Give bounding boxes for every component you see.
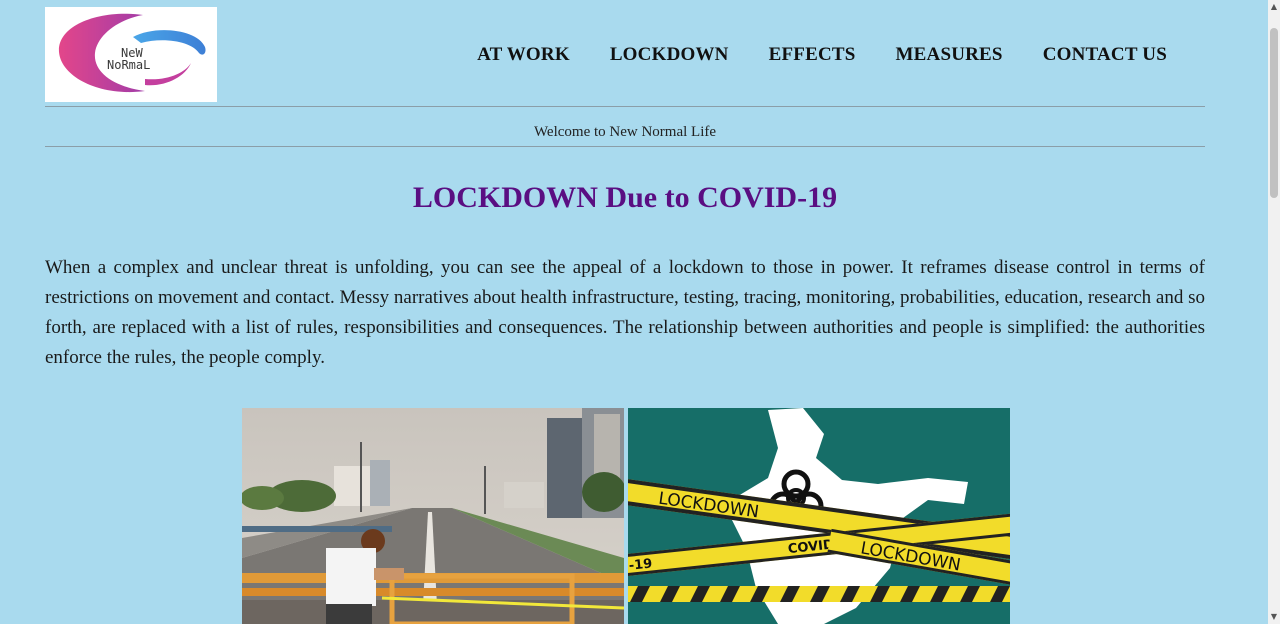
page-title: LOCKDOWN Due to COVID-19 — [412, 181, 838, 214]
bottom-divider — [45, 146, 1205, 147]
india-lockdown-image: LOCKDOWN COVID-19 -19 LOCKDOWN — [628, 408, 1010, 624]
top-divider — [45, 106, 1205, 107]
scroll-up-arrow-icon[interactable]: ▲ — [1268, 0, 1280, 14]
logo-graphic: NeW NoRmaL — [58, 13, 206, 93]
tape-label-4: -19 — [628, 556, 653, 573]
road-barricade-image — [242, 408, 624, 624]
scroll-down-arrow-icon[interactable]: ▼ — [1268, 610, 1280, 624]
nav-lockdown[interactable]: LOCKDOWN — [610, 44, 729, 66]
nav-contact-us[interactable]: CONTACT US — [1043, 44, 1167, 66]
nav-effects[interactable]: EFFECTS — [769, 44, 856, 66]
main-nav: AT WORK LOCKDOWN EFFECTS MEASURES CONTAC… — [477, 44, 1167, 66]
scroll-thumb[interactable] — [1270, 28, 1278, 198]
nav-measures[interactable]: MEASURES — [896, 44, 1003, 66]
logo-text-2: NoRmaL — [107, 58, 150, 72]
welcome-marquee: Welcome to New Normal Life — [533, 124, 717, 140]
nav-at-work[interactable]: AT WORK — [477, 44, 570, 66]
intro-paragraph: When a complex and unclear threat is unf… — [45, 257, 1205, 368]
site-logo[interactable]: NeW NoRmaL — [45, 7, 217, 102]
page-scrollbar[interactable]: ▲ ▼ — [1268, 0, 1280, 624]
